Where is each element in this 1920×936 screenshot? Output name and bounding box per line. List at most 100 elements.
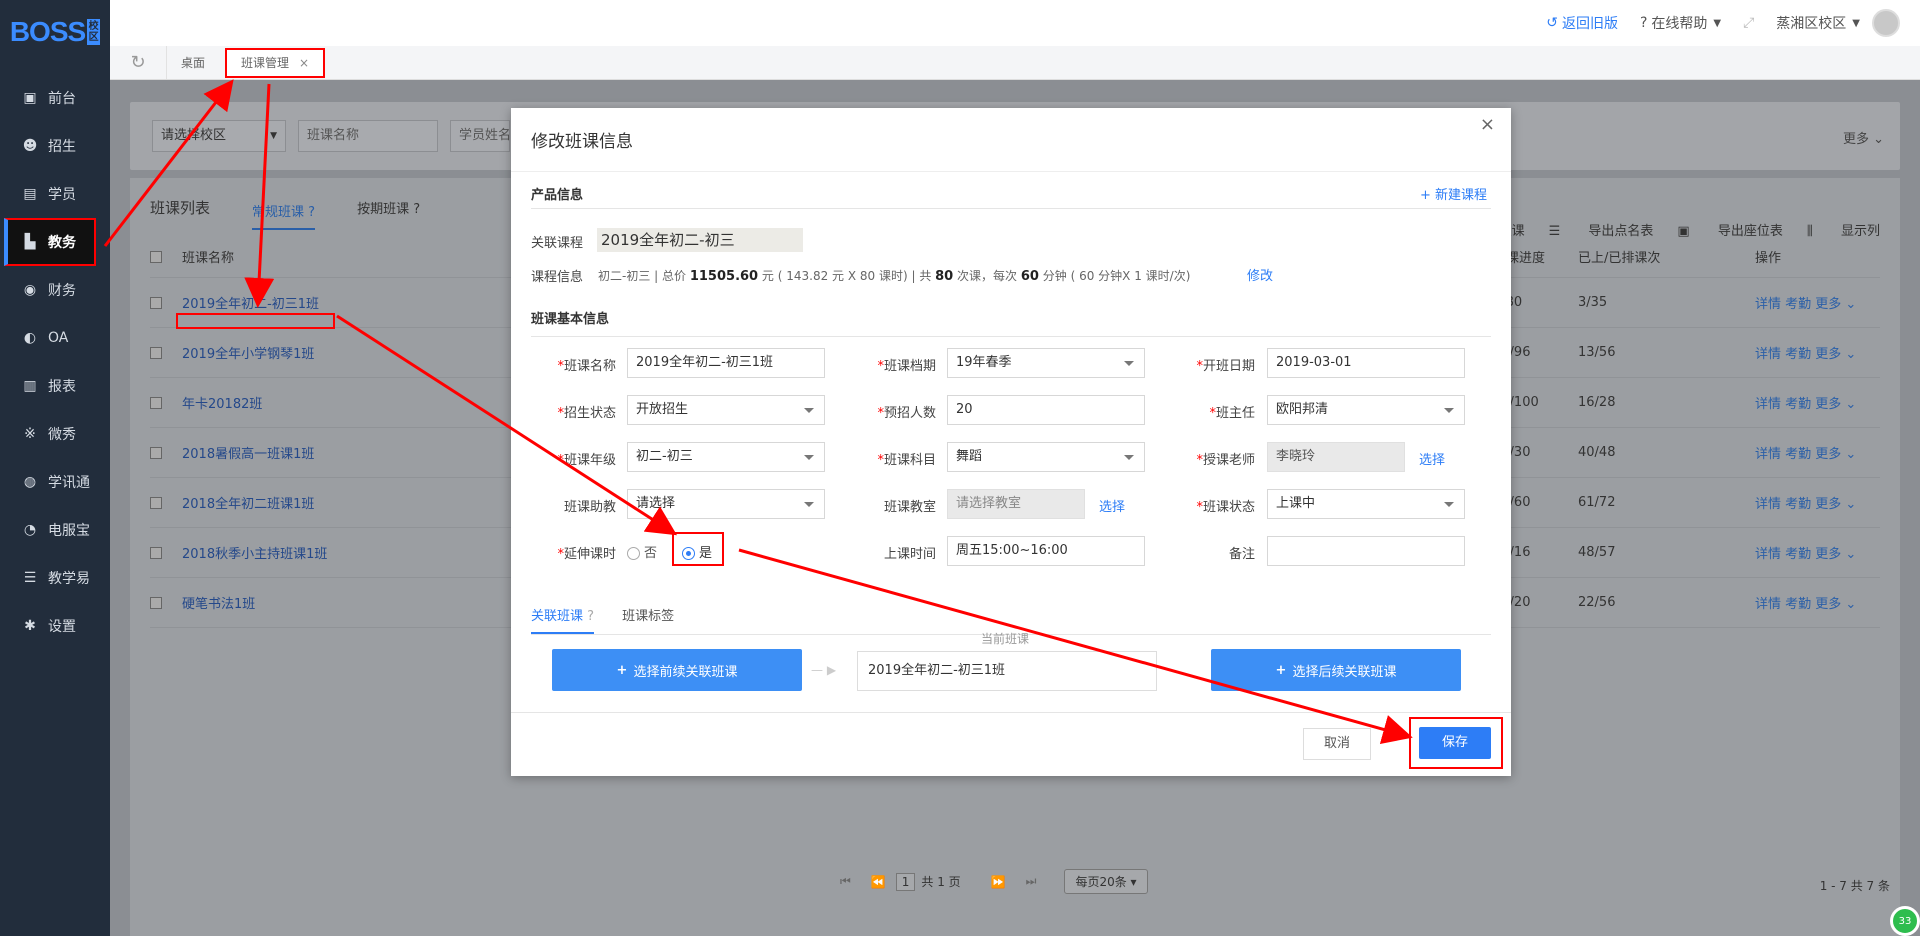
select-next-linked-button[interactable]: + 选择后续关联班课 [1211, 649, 1461, 691]
row-actions[interactable]: 详情 考勤 更多 ⌄ [1755, 343, 1856, 362]
prev-page-icon[interactable]: ⏪ [871, 875, 886, 889]
class-name-placeholder: 班课名称 [307, 128, 360, 143]
class-name-link[interactable]: 2019全年小学钢琴1班 [182, 343, 482, 362]
tab-regular-class[interactable]: 常规班课 ? [252, 201, 316, 230]
row-actions[interactable]: 详情 考勤 更多 ⌄ [1755, 393, 1856, 412]
sidebar-item-academic[interactable]: ▙ 教务 [4, 218, 96, 266]
sidebar-item-xuexuntong[interactable]: ◍ 学讯通 [0, 458, 110, 506]
row-checkbox[interactable] [150, 546, 162, 559]
close-icon[interactable]: × [1480, 114, 1495, 135]
edit-course-link[interactable]: 修改 [1247, 265, 1273, 284]
export-rollcall-button[interactable]: ☰ 导出点名表 [1549, 220, 1654, 239]
subject-select[interactable]: 舞蹈 [947, 442, 1145, 472]
more-filters[interactable]: 更多 ⌄ [1843, 128, 1884, 147]
class-name-link[interactable]: 年卡20182班 [182, 393, 482, 412]
sidebar-item-front[interactable]: ▣ 前台 [0, 74, 110, 122]
row-checkbox[interactable] [150, 446, 162, 459]
sidebar-item-settings[interactable]: ✱ 设置 [0, 602, 110, 650]
class-name-input[interactable]: 班课名称 [298, 120, 438, 152]
row-actions[interactable]: 详情 考勤 更多 ⌄ [1755, 493, 1856, 512]
tab-linked-class[interactable]: 关联班课 ? [531, 595, 595, 634]
help-icon: ? [413, 201, 421, 217]
tab-period-label: 按期班课 [357, 201, 410, 217]
class-name-link[interactable]: 2018秋季小主持班课1班 [182, 543, 482, 562]
close-icon[interactable]: × [299, 56, 309, 70]
sidebar-item-jiaoxueyi[interactable]: ☰ 教学易 [0, 554, 110, 602]
next-page-icon[interactable]: ⏩ [991, 875, 1006, 889]
sidebar-item-finance[interactable]: ◉ 财务 [0, 266, 110, 314]
select-teacher-link[interactable]: 选择 [1419, 449, 1445, 468]
row-actions[interactable]: 详情 考勤 更多 ⌄ [1755, 593, 1856, 612]
first-page-icon[interactable]: ⏮ [840, 874, 851, 889]
campus-switch[interactable]: 蒸湘区校区 ▼ [1776, 9, 1900, 37]
avatar[interactable] [1872, 9, 1900, 37]
sidebar-item-enroll[interactable]: ☻ 招生 [0, 122, 110, 170]
sidebar-item-reports[interactable]: ▥ 报表 [0, 362, 110, 410]
class-time-field[interactable]: 周五15:00~16:00 [947, 536, 1145, 566]
row-actions[interactable]: 详情 考勤 更多 ⌄ [1755, 293, 1856, 312]
planned-count-field[interactable]: 20 [947, 395, 1145, 425]
caret-down-icon [1444, 408, 1454, 413]
sidebar-item-oa[interactable]: ◐ OA [0, 314, 110, 362]
row-checkbox[interactable] [150, 596, 162, 609]
sidebar-item-weixiu[interactable]: ※ 微秀 [0, 410, 110, 458]
select-classroom-link[interactable]: 选择 [1099, 496, 1125, 515]
head-teacher-label: 班主任 [1215, 406, 1255, 421]
campus-select[interactable]: 请选择校区 ▼ [152, 120, 286, 152]
class-name-link[interactable]: 2018全年初二班课1班 [182, 493, 482, 512]
sidebar-item-dianfubao[interactable]: ◔ 电服宝 [0, 506, 110, 554]
page-input[interactable]: 1 [895, 872, 916, 891]
per-page-select[interactable]: 每页20条 ▾ [1064, 869, 1148, 894]
sidebar-item-students[interactable]: ▤ 学员 [0, 170, 110, 218]
row-checkbox[interactable] [150, 396, 162, 409]
boss-logo[interactable]: BOSS 校区 [0, 0, 110, 64]
refresh-icon[interactable]: ↻ [110, 52, 166, 73]
class-status-select[interactable]: 上课中 [1267, 489, 1465, 519]
row-checkbox[interactable] [150, 496, 162, 509]
student-name-input[interactable]: 学员姓名 [450, 120, 510, 152]
assistant-select[interactable]: 请选择 [627, 489, 825, 519]
grade-select[interactable]: 初二-初三 [627, 442, 825, 472]
last-page-icon[interactable]: ⏭ [1026, 874, 1037, 889]
chat-badge[interactable]: 33 [1890, 906, 1920, 936]
col-ops: 操作 [1755, 251, 1782, 266]
class-name-field[interactable]: 2019全年初二-初三1班 [627, 348, 825, 378]
extend-no-radio[interactable]: 否 [627, 542, 657, 561]
show-columns-button[interactable]: ⫼ 显示列 [1807, 220, 1880, 239]
tab-desk[interactable]: 桌面 [166, 46, 219, 79]
row-actions[interactable]: 详情 考勤 更多 ⌄ [1755, 443, 1856, 462]
fullscreen-icon[interactable]: ⤢ [1743, 15, 1754, 31]
row-actions[interactable]: 详情 考勤 更多 ⌄ [1755, 543, 1856, 562]
select-prev-linked-button[interactable]: + 选择前续关联班课 [552, 649, 802, 691]
new-course-link[interactable]: + 新建课程 [1420, 184, 1487, 203]
online-help-menu[interactable]: ? 在线帮助 ▼ [1640, 13, 1721, 33]
tab-linked-class-label: 关联班课 [531, 609, 584, 624]
caret-down-icon [804, 455, 814, 460]
tab-class-tags[interactable]: 班课标签 [622, 595, 674, 634]
row-checkbox[interactable] [150, 346, 162, 359]
select-all-checkbox[interactable] [150, 250, 162, 263]
enroll-status-select[interactable]: 开放招生 [627, 395, 825, 425]
help-icon: ? [1639, 15, 1648, 31]
tab-class-management[interactable]: 班课管理 × [225, 47, 326, 78]
caret-down-icon: ▼ [1852, 17, 1860, 29]
class-name-link[interactable]: 硬笔书法1班 [182, 593, 482, 612]
cancel-button[interactable]: 取消 [1303, 728, 1371, 760]
start-date-field[interactable]: 2019-03-01 [1267, 348, 1465, 378]
class-name-link[interactable]: 2019全年初二-初三1班 [182, 293, 482, 312]
back-old-version-link[interactable]: ↺ 返回旧版 [1546, 13, 1618, 33]
basic-info-heading: 班课基本信息 [531, 312, 610, 327]
head-teacher-select[interactable]: 欧阳邦清 [1267, 395, 1465, 425]
row-scheduled: 40/48 [1578, 445, 1616, 460]
tab-period-class[interactable]: 按期班课 ? [357, 198, 420, 217]
more-filters-label: 更多 [1842, 132, 1869, 147]
term-select[interactable]: 19年春季 [947, 348, 1145, 378]
row-checkbox[interactable] [150, 296, 162, 309]
extend-yes-radio[interactable]: 是 [682, 542, 712, 561]
save-button[interactable]: 保存 [1419, 727, 1491, 759]
sidebar-item-label: 报表 [48, 379, 76, 395]
export-seat-button[interactable]: ▣ 导出座位表 [1677, 220, 1782, 239]
remark-field[interactable] [1267, 536, 1465, 566]
class-name-link[interactable]: 2018暑假高一班课1班 [182, 443, 482, 462]
row-scheduled: 22/56 [1578, 595, 1616, 610]
